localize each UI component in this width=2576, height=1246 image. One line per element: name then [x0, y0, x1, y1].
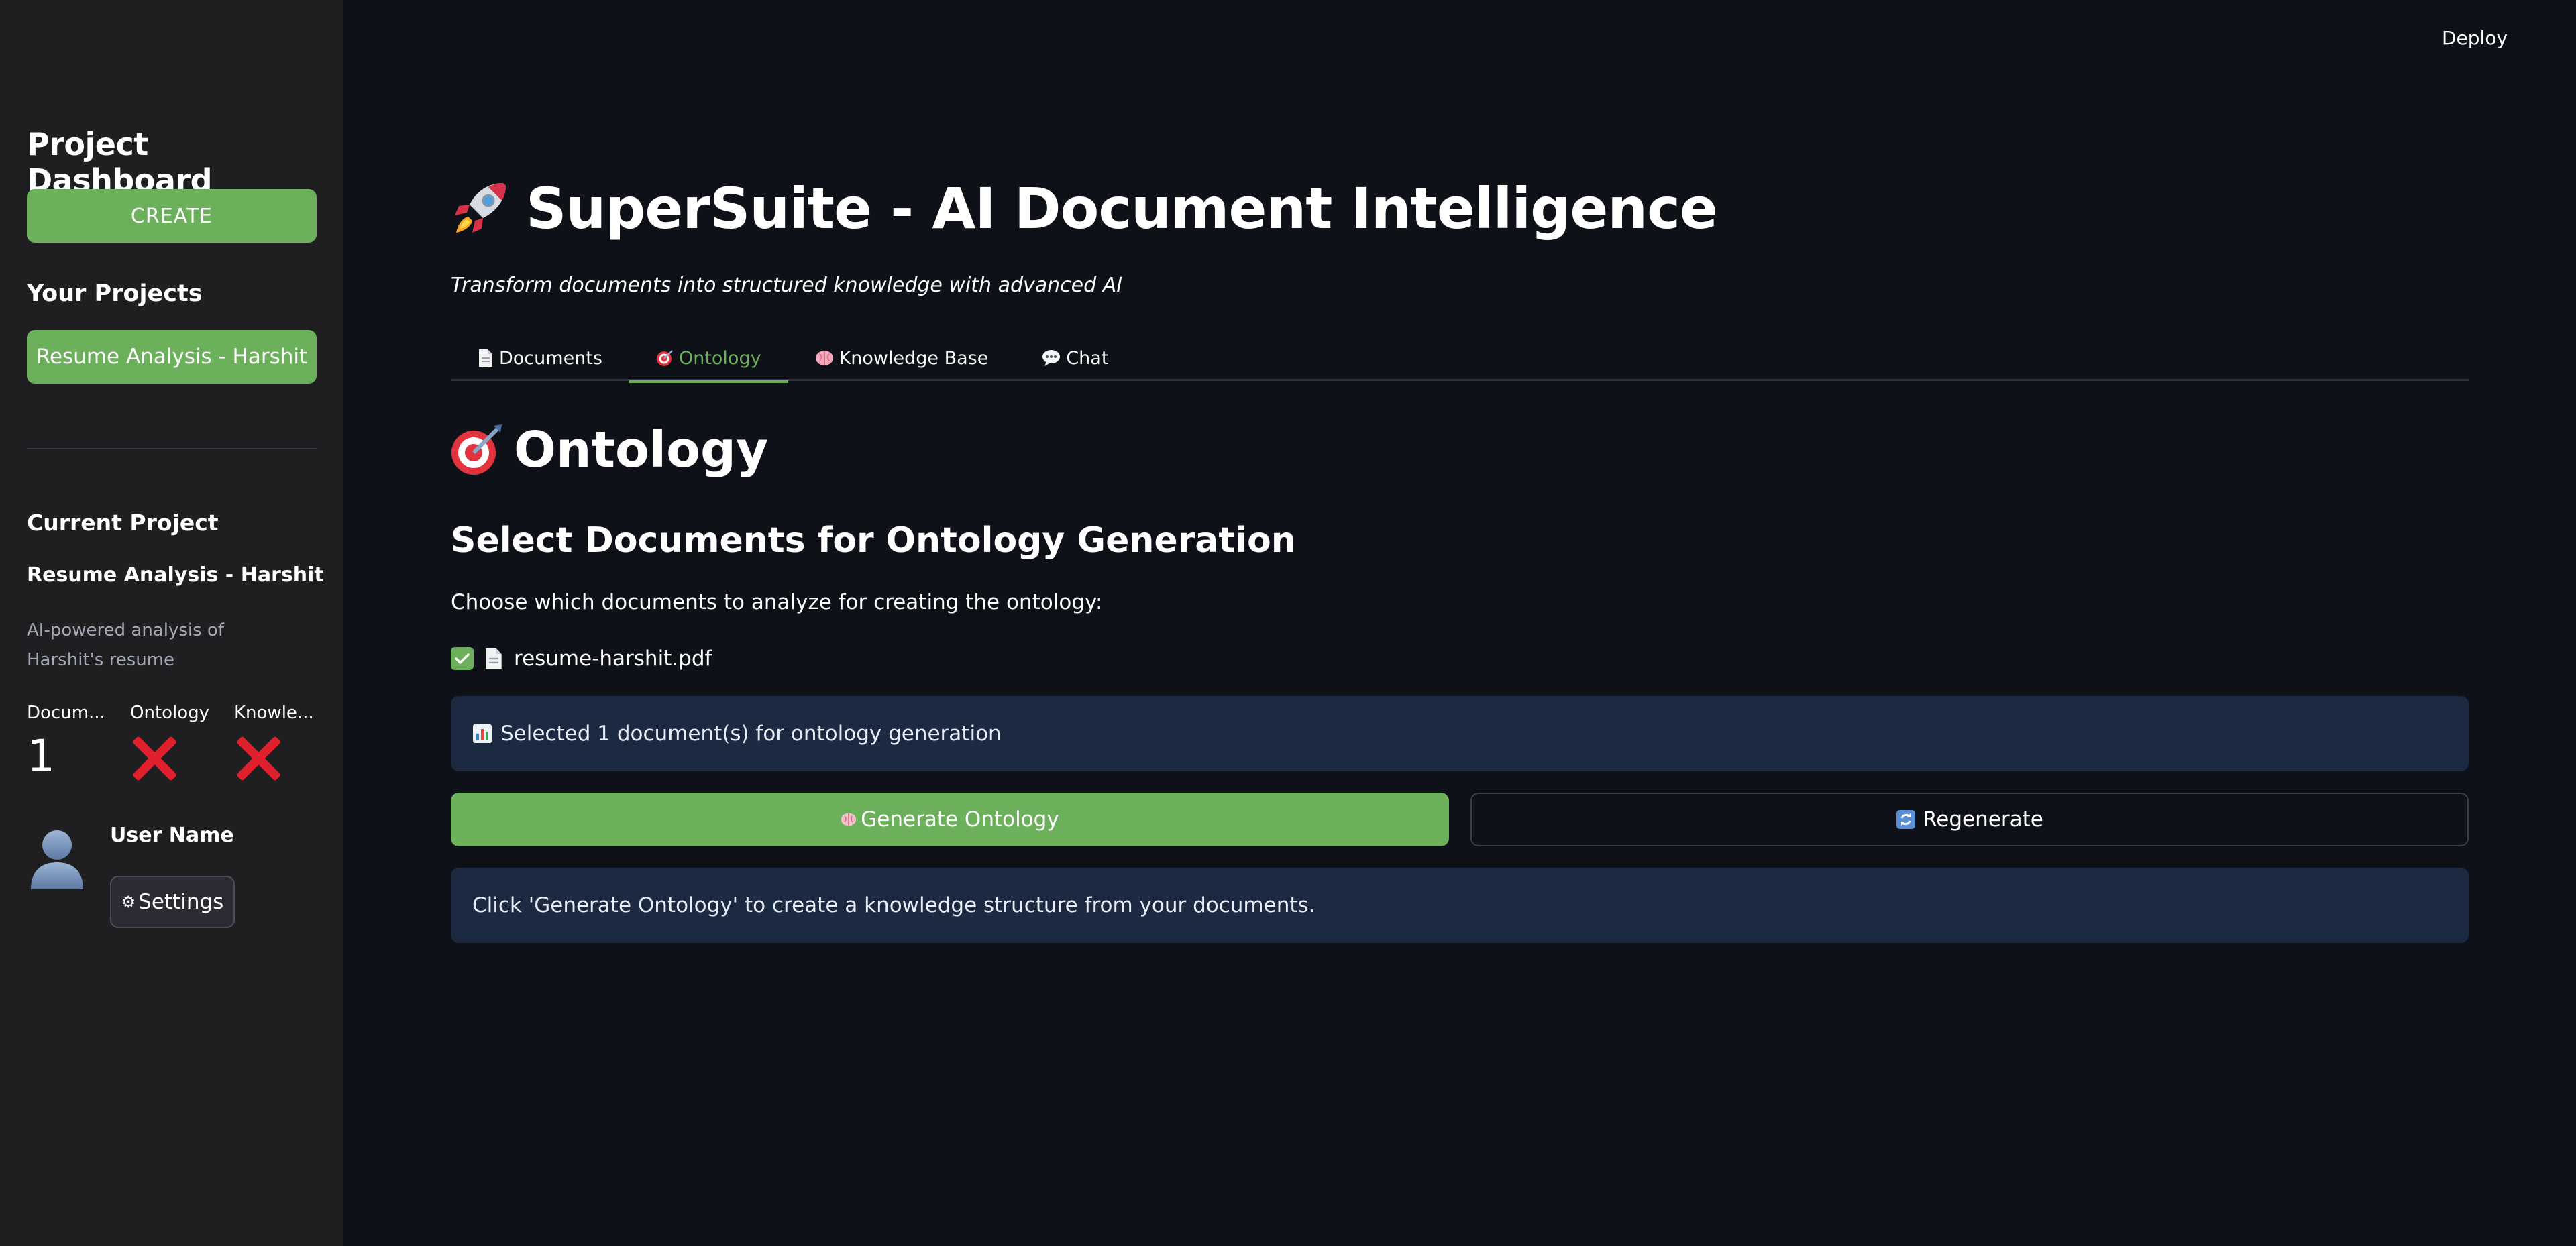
tab-documents[interactable]: Documents [451, 335, 629, 381]
instruction-text: Choose which documents to analyze for cr… [451, 590, 1103, 614]
metric-documents: Docum... 1 [27, 703, 121, 782]
sidebar-title: Project Dashboard [27, 126, 213, 199]
settings-button[interactable]: ⚙ Settings [110, 876, 235, 928]
metric-value: 1 [27, 730, 55, 782]
app-root: Project Dashboard CREATE Your Projects R… [0, 0, 2576, 1246]
tab-label: Documents [499, 347, 602, 369]
tab-label: Ontology [678, 347, 761, 369]
regenerate-button[interactable]: Regenerate [1470, 793, 2469, 846]
tab-bar: Documents Ontology Knowledge Base Chat [451, 335, 2469, 383]
cross-mark-icon [130, 734, 178, 782]
settings-label: Settings [138, 890, 224, 914]
metric-knowledge: Knowle... [234, 703, 328, 782]
tab-knowledge-base[interactable]: Knowledge Base [788, 335, 1016, 381]
target-icon [656, 349, 674, 367]
metric-label: Docum... [27, 703, 105, 723]
tab-chat[interactable]: Chat [1015, 335, 1135, 381]
project-item-resume-analysis[interactable]: Resume Analysis - Harshit [27, 330, 317, 384]
page-icon [484, 647, 503, 670]
tab-label: Chat [1066, 347, 1109, 369]
metric-label: Ontology [130, 703, 210, 723]
hint-text: Click 'Generate Ontology' to create a kn… [472, 893, 1316, 917]
user-name: User Name [110, 824, 234, 847]
regenerate-label: Regenerate [1923, 807, 2043, 832]
current-project-heading: Current Project [27, 510, 219, 536]
page-title: SuperSuite - AI Document Intelligence [449, 176, 1718, 241]
speech-bubble-icon [1042, 349, 1061, 367]
metric-label: Knowle... [234, 703, 314, 723]
user-avatar-icon [27, 826, 87, 891]
refresh-icon [1896, 809, 1916, 830]
sidebar: Project Dashboard CREATE Your Projects R… [0, 0, 343, 1246]
page-icon [478, 349, 494, 367]
brain-icon [815, 350, 834, 366]
current-project-name: Resume Analysis - Harshit [27, 563, 324, 587]
bar-chart-icon [472, 724, 492, 744]
deploy-button[interactable]: Deploy [2442, 27, 2508, 49]
tab-ontology[interactable]: Ontology [629, 335, 788, 383]
hint-info-box: Click 'Generate Ontology' to create a kn… [451, 868, 2469, 943]
selection-info-text: Selected 1 document(s) for ontology gene… [500, 722, 1002, 746]
page-subtitle: Transform documents into structured know… [451, 274, 1123, 297]
create-project-button[interactable]: CREATE [27, 189, 317, 243]
metric-ontology: Ontology [130, 703, 224, 782]
document-name: resume-harshit.pdf [514, 646, 712, 671]
brain-icon [841, 812, 857, 827]
cross-mark-icon [234, 734, 282, 782]
document-checkbox[interactable] [451, 647, 474, 670]
generate-ontology-button[interactable]: Generate Ontology [451, 793, 1449, 846]
rocket-icon [449, 178, 511, 239]
select-documents-heading: Select Documents for Ontology Generation [451, 520, 1296, 561]
document-checkbox-row[interactable]: resume-harshit.pdf [451, 644, 712, 673]
tab-label: Knowledge Base [839, 347, 989, 369]
sidebar-divider [27, 448, 317, 449]
page-title-text: SuperSuite - AI Document Intelligence [526, 176, 1718, 241]
gear-icon: ⚙ [121, 893, 136, 911]
target-icon [449, 423, 503, 477]
current-project-description: AI-powered analysis of Harshit's resume [27, 620, 224, 670]
section-title-text: Ontology [514, 421, 769, 479]
selection-info-box: Selected 1 document(s) for ontology gene… [451, 696, 2469, 771]
your-projects-heading: Your Projects [27, 280, 203, 307]
section-title: Ontology [449, 421, 768, 479]
generate-ontology-label: Generate Ontology [861, 807, 1059, 832]
